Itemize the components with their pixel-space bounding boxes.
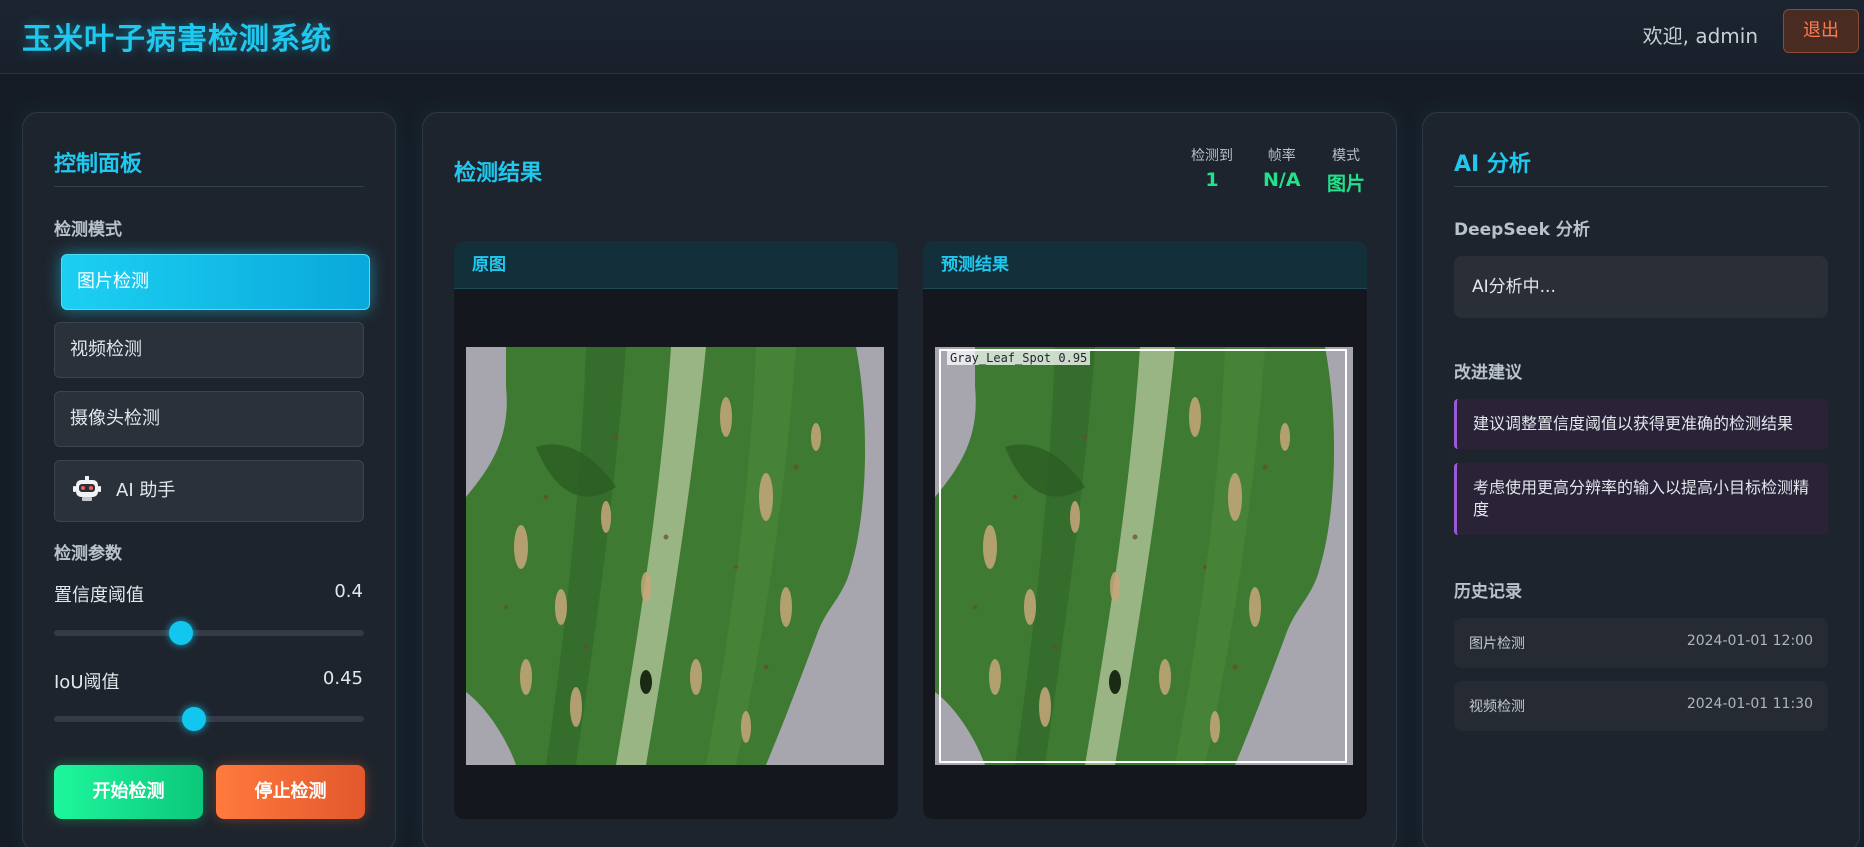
confidence-value: 0.4 xyxy=(334,581,363,602)
mode-camera-button[interactable]: 摄像头检测 xyxy=(54,391,364,447)
app-title: 玉米叶子病害检测系统 xyxy=(22,22,332,57)
history-item-type: 视频检测 xyxy=(1469,699,1525,715)
deepseek-title: DeepSeek 分析 xyxy=(1454,220,1590,240)
start-detection-button[interactable]: 开始检测 xyxy=(54,765,203,819)
mode-section-label: 检测模式 xyxy=(54,220,122,240)
stat-detected-label: 检测到 xyxy=(1191,148,1233,164)
history-item-time: 2024-01-01 12:00 xyxy=(1686,633,1813,649)
confidence-slider-thumb[interactable] xyxy=(169,621,194,645)
ai-analysis-panel: AI 分析 DeepSeek 分析 AI分析中... 改进建议 建议调整置信度阈… xyxy=(1422,112,1860,847)
logout-button[interactable]: 退出 xyxy=(1783,9,1859,53)
confidence-slider[interactable] xyxy=(54,621,364,645)
original-image-title: 原图 xyxy=(454,241,898,289)
mode-video-button[interactable]: 视频检测 xyxy=(54,322,364,378)
control-panel-title: 控制面板 xyxy=(54,152,143,177)
history-item[interactable]: 图片检测 2024-01-01 12:00 xyxy=(1454,618,1828,668)
ai-analysis-title: AI 分析 xyxy=(1454,152,1531,177)
stat-fps: 帧率 N/A xyxy=(1263,145,1301,191)
predicted-image-card: 预测结果 Gray_Leaf_Spot 0.95 xyxy=(923,241,1367,819)
original-image xyxy=(466,347,884,765)
ai-assistant-button[interactable]: AI 助手 xyxy=(54,460,364,522)
results-panel: 检测结果 检测到 1 帧率 N/A 模式 图片 原图 预测结果 Gray_Lea… xyxy=(422,112,1397,847)
stat-fps-value: N/A xyxy=(1263,169,1301,191)
history-item-time: 2024-01-01 11:30 xyxy=(1686,696,1813,712)
suggestion-item: 建议调整置信度阈值以获得更准确的检测结果 xyxy=(1454,399,1828,449)
history-item[interactable]: 视频检测 2024-01-01 11:30 xyxy=(1454,681,1828,731)
divider xyxy=(54,186,364,187)
predicted-image-title: 预测结果 xyxy=(923,241,1367,289)
original-image-card: 原图 xyxy=(454,241,898,819)
history-item-type: 图片检测 xyxy=(1469,636,1525,652)
iou-slider[interactable] xyxy=(54,707,364,731)
stat-fps-label: 帧率 xyxy=(1267,148,1296,164)
robot-icon xyxy=(73,476,101,501)
stat-detected: 检测到 1 xyxy=(1191,145,1233,191)
iou-label: IoU阈值 xyxy=(54,672,120,693)
history-title: 历史记录 xyxy=(1454,582,1522,602)
stat-mode: 模式 图片 xyxy=(1327,145,1365,196)
stat-mode-label: 模式 xyxy=(1332,148,1360,164)
top-bar: 玉米叶子病害检测系统 欢迎, admin 退出 xyxy=(0,0,1864,74)
suggestion-item: 考虑使用更高分辨率的输入以提高小目标检测精度 xyxy=(1454,463,1828,535)
suggestions-title: 改进建议 xyxy=(1454,363,1522,383)
iou-value: 0.45 xyxy=(322,668,363,689)
ai-assistant-label: AI 助手 xyxy=(116,480,176,501)
detection-box: Gray_Leaf_Spot 0.95 xyxy=(939,349,1347,763)
iou-slider-thumb[interactable] xyxy=(181,707,206,731)
mode-image-button[interactable]: 图片检测 xyxy=(61,254,370,310)
stat-detected-value: 1 xyxy=(1205,169,1219,191)
welcome-text: 欢迎, admin xyxy=(1642,24,1758,48)
divider xyxy=(1454,186,1828,187)
results-title: 检测结果 xyxy=(454,161,543,186)
control-panel: 控制面板 检测模式 图片检测 视频检测 摄像头检测 AI 助手 检测参数 置信度… xyxy=(22,112,396,847)
stop-detection-button[interactable]: 停止检测 xyxy=(216,765,365,819)
predicted-image: Gray_Leaf_Spot 0.95 xyxy=(935,347,1353,765)
confidence-label: 置信度阈值 xyxy=(54,585,144,606)
detection-label: Gray_Leaf_Spot 0.95 xyxy=(947,351,1091,365)
ai-status: AI分析中... xyxy=(1454,256,1828,318)
stat-mode-value: 图片 xyxy=(1327,173,1366,195)
param-section-label: 检测参数 xyxy=(54,544,122,564)
